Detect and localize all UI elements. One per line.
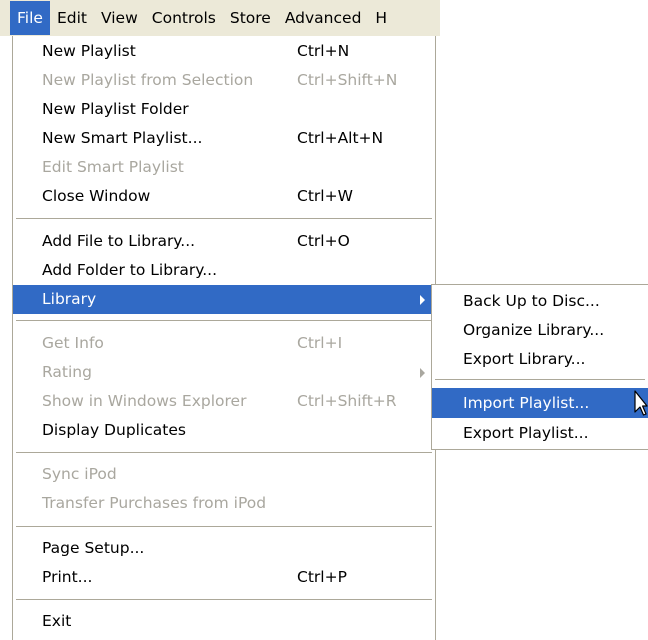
menu-item-new-playlist-from-selection[interactable]: New Playlist from Selection Ctrl+Shift+N	[13, 66, 435, 95]
menu-item-label: New Playlist Folder	[42, 100, 189, 118]
menu-item-label: Add File to Library...	[42, 232, 196, 250]
menu-separator	[16, 218, 432, 219]
mouse-pointer-icon	[634, 390, 648, 416]
menu-item-shortcut: Ctrl+W	[297, 187, 353, 205]
submenu-item-label: Import Playlist...	[463, 394, 590, 412]
menu-item-shortcut: Ctrl+P	[297, 568, 347, 586]
menu-item-shortcut: Ctrl+I	[297, 334, 343, 352]
menu-advanced[interactable]: Advanced	[278, 1, 369, 35]
menu-separator	[16, 599, 432, 600]
menu-view[interactable]: View	[94, 1, 145, 35]
menu-separator	[16, 526, 432, 527]
menu-item-label: Library	[42, 290, 97, 308]
menu-separator	[435, 379, 645, 380]
menu-item-shortcut: Ctrl+O	[297, 232, 350, 250]
submenu-arrow-icon	[420, 368, 425, 378]
menu-item-label: Sync iPod	[42, 465, 117, 483]
menu-item-rating[interactable]: Rating	[13, 358, 435, 387]
submenu-item-label: Export Playlist...	[463, 424, 589, 442]
submenu-item-label: Back Up to Disc...	[463, 292, 600, 310]
menu-item-shortcut: Ctrl+Shift+N	[297, 71, 398, 89]
menu-store[interactable]: Store	[223, 1, 278, 35]
submenu-item-label: Export Library...	[463, 350, 586, 368]
menu-item-label: Page Setup...	[42, 539, 145, 557]
submenu-item-export-library[interactable]: Export Library...	[432, 344, 648, 374]
submenu-item-organize-library[interactable]: Organize Library...	[432, 315, 648, 345]
menu-item-label: Print...	[42, 568, 93, 586]
menu-item-label: Rating	[42, 363, 92, 381]
menu-item-exit[interactable]: Exit	[13, 607, 435, 636]
menu-item-page-setup[interactable]: Page Setup...	[13, 534, 435, 563]
menu-item-display-duplicates[interactable]: Display Duplicates	[13, 416, 435, 445]
menu-help[interactable]: H	[368, 1, 394, 35]
file-menu: New Playlist Ctrl+N New Playlist from Se…	[12, 36, 436, 640]
menu-item-label: Edit Smart Playlist	[42, 158, 184, 176]
menu-item-transfer-purchases[interactable]: Transfer Purchases from iPod	[13, 489, 435, 518]
menu-item-sync-ipod[interactable]: Sync iPod	[13, 460, 435, 489]
menu-item-add-folder-to-library[interactable]: Add Folder to Library...	[13, 256, 435, 285]
menu-item-label: Close Window	[42, 187, 151, 205]
menu-item-label: New Playlist	[42, 42, 136, 60]
menu-item-add-file-to-library[interactable]: Add File to Library... Ctrl+O	[13, 227, 435, 256]
menu-item-new-playlist-folder[interactable]: New Playlist Folder	[13, 95, 435, 124]
menu-controls[interactable]: Controls	[145, 1, 223, 35]
menu-item-new-smart-playlist[interactable]: New Smart Playlist... Ctrl+Alt+N	[13, 124, 435, 153]
menu-item-label: New Smart Playlist...	[42, 129, 203, 147]
menu-item-close-window[interactable]: Close Window Ctrl+W	[13, 182, 435, 211]
menu-item-shortcut: Ctrl+N	[297, 42, 350, 60]
menu-edit[interactable]: Edit	[50, 1, 94, 35]
menu-item-label: Show in Windows Explorer	[42, 392, 247, 410]
menu-item-show-in-windows-explorer[interactable]: Show in Windows Explorer Ctrl+Shift+R	[13, 387, 435, 416]
menu-item-label: Transfer Purchases from iPod	[42, 494, 267, 512]
menu-item-get-info[interactable]: Get Info Ctrl+I	[13, 329, 435, 358]
menu-separator	[16, 320, 432, 321]
menu-item-label: Get Info	[42, 334, 104, 352]
menu-item-edit-smart-playlist[interactable]: Edit Smart Playlist	[13, 153, 435, 182]
menu-item-shortcut: Ctrl+Shift+R	[297, 392, 397, 410]
submenu-item-label: Organize Library...	[463, 321, 605, 339]
menu-item-new-playlist[interactable]: New Playlist Ctrl+N	[13, 37, 435, 66]
menu-item-label: Add Folder to Library...	[42, 261, 218, 279]
menu-separator	[16, 452, 432, 453]
submenu-item-export-playlist[interactable]: Export Playlist...	[432, 418, 648, 448]
submenu-item-back-up-to-disc[interactable]: Back Up to Disc...	[432, 286, 648, 316]
menu-item-label: Display Duplicates	[42, 421, 186, 439]
menu-item-library[interactable]: Library	[13, 285, 435, 314]
menu-item-shortcut: Ctrl+Alt+N	[297, 129, 384, 147]
submenu-arrow-icon	[420, 295, 425, 305]
menu-item-label: Exit	[42, 612, 72, 630]
library-submenu: Back Up to Disc... Organize Library... E…	[431, 284, 648, 450]
submenu-item-import-playlist[interactable]: Import Playlist...	[432, 388, 648, 418]
menu-item-print[interactable]: Print... Ctrl+P	[13, 563, 435, 592]
menu-file[interactable]: File	[10, 1, 50, 35]
menu-item-label: New Playlist from Selection	[42, 71, 254, 89]
menu-bar: File Edit View Controls Store Advanced H	[0, 0, 440, 36]
